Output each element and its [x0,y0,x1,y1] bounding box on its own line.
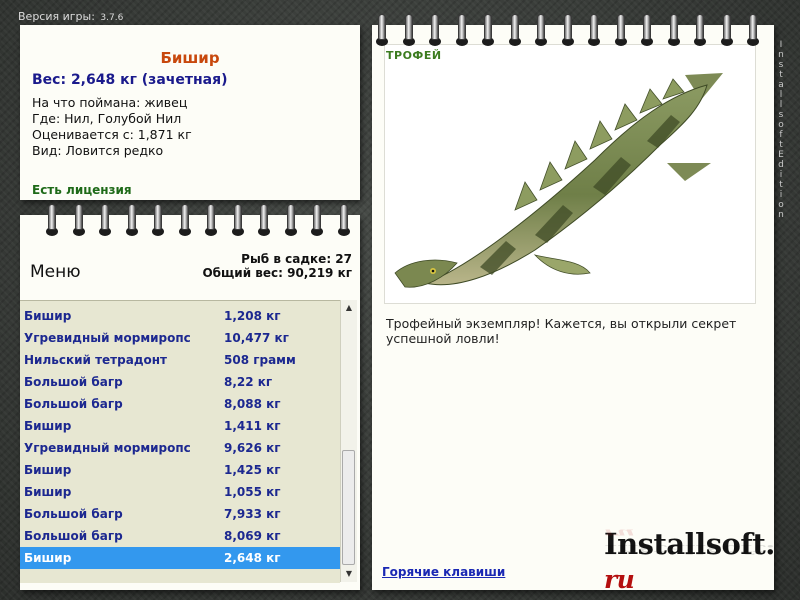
binder-ring-icon [231,204,245,236]
scroll-thumb[interactable] [342,450,355,565]
fish-species: Бишир [24,309,72,323]
license-status: Есть лицензия [32,183,132,197]
fish-species: Большой багр [24,397,123,411]
binder-ring-icon [204,204,218,236]
binder-ring-icon [257,204,271,236]
version-label: Версия игры: 3.7.6 [18,10,123,23]
fish-weight-cell: 8,22 кг [224,375,273,389]
fish-species: Бишир [24,485,72,499]
binder-ring-icon [98,204,112,236]
fish-species: Большой багр [24,529,123,543]
fish-weight-cell: 1,411 кг [224,419,281,433]
trophy-panel: ТРОФЕЙ Трофейный экземпляр! Кажется, вы … [372,25,775,594]
binder-ring-icon [402,14,416,46]
binder-ring-icon [746,14,760,46]
logo-reflection: Installsoft. ru [604,526,775,557]
bait-line: На что поймана: живец [32,95,188,110]
list-item[interactable]: Большой багр 8,069 кг [20,525,340,547]
binder-rings-menu [45,204,350,238]
fish-species: Бишир [24,463,72,477]
fish-count: Рыб в садке: 27 [241,252,352,266]
list-item[interactable]: Большой багр 8,22 кг [20,371,340,393]
scroll-down-icon[interactable]: ▼ [341,566,357,582]
fish-species: Большой багр [24,375,123,389]
fish-species: Угревидный мормиропс [24,331,191,345]
binder-ring-icon [72,204,86,236]
menu-title: Меню [30,262,81,282]
binder-ring-icon [587,14,601,46]
binder-ring-icon [561,14,575,46]
place-line: Где: Нил, Голубой Нил [32,111,182,126]
fish-weight-cell: 9,626 кг [224,441,281,455]
fish-weight-cell: 10,477 кг [224,331,289,345]
binder-rings-top [375,14,770,48]
binder-ring-icon [428,14,442,46]
fish-species: Бишир [24,551,72,565]
binder-ring-icon [614,14,628,46]
fish-image [384,44,756,304]
list-item[interactable]: Угревидный мормиропс 9,626 кг [20,437,340,459]
version-number: 3.7.6 [100,13,124,23]
catch-card: Бишир Вес: 2,648 кг (зачетная) На что по… [20,25,360,200]
list-scrollbar[interactable]: ▲ ▼ [340,300,357,582]
binder-ring-icon [693,14,707,46]
list-item[interactable]: Бишир 2,648 кг [20,547,340,569]
binder-ring-icon [640,14,654,46]
trophy-text: Трофейный экземпляр! Кажется, вы открыли… [386,316,737,346]
fish-weight-cell: 8,088 кг [224,397,281,411]
binder-ring-icon [151,204,165,236]
fish-species: Угревидный мормиропс [24,441,191,455]
scroll-up-icon[interactable]: ▲ [341,300,357,316]
list-item[interactable]: Большой багр 7,933 кг [20,503,340,525]
binder-ring-icon [310,204,324,236]
binder-ring-icon [534,14,548,46]
binder-ring-icon [284,204,298,236]
list-item[interactable]: Бишир 1,425 кг [20,459,340,481]
list-item[interactable]: Угревидный мормиропс 10,477 кг [20,327,340,349]
binder-ring-icon [125,204,139,236]
trophy-label: ТРОФЕЙ [386,49,442,62]
type-line: Вид: Ловится редко [32,143,164,158]
fish-weight-cell: 508 грамм [224,353,296,367]
binder-ring-icon [375,14,389,46]
binder-ring-icon [178,204,192,236]
binder-ring-icon [337,204,351,236]
list-item[interactable]: Нильский тетрадонт 508 грамм [20,349,340,371]
list-item[interactable]: Большой багр 8,088 кг [20,393,340,415]
binder-ring-icon [508,14,522,46]
version-text: Версия игры: [18,10,95,23]
fish-weight-cell: 1,425 кг [224,463,281,477]
catch-list[interactable]: Бишир 1,208 кг Угревидный мормиропс 10,477 … [20,300,340,583]
hotkeys-link[interactable]: Горячие клавиши [382,565,505,579]
binder-ring-icon [667,14,681,46]
fish-weight-cell: 7,933 кг [224,507,281,521]
menu-panel: Меню Рыб в садке: 27 Общий вес: 90,219 к… [20,215,360,590]
list-item[interactable]: Бишир 1,411 кг [20,415,340,437]
fish-weight-cell: 1,208 кг [224,309,281,323]
binder-ring-icon [481,14,495,46]
fish-weight-cell: 8,069 кг [224,529,281,543]
fish-species: Нильский тетрадонт [24,353,167,367]
fish-weight: Вес: 2,648 кг (зачетная) [32,72,228,88]
binder-ring-icon [455,14,469,46]
list-item[interactable]: Бишир 1,055 кг [20,481,340,503]
fish-species: Большой багр [24,507,123,521]
catch-stats: Рыб в садке: 27 Общий вес: 90,219 кг [202,252,352,280]
fish-weight-cell: 1,055 кг [224,485,281,499]
fish-weight-cell: 2,648 кг [224,551,281,565]
binder-ring-icon [45,204,59,236]
side-watermark: InstallsoftEdition [778,40,784,220]
fish-illustration-icon [394,73,723,288]
value-line: Оценивается с: 1,871 кг [32,127,192,142]
list-item[interactable]: Бишир 1,208 кг [20,305,340,327]
fish-species: Бишир [24,419,72,433]
fish-name: Бишир [160,49,220,67]
binder-ring-icon [720,14,734,46]
total-weight: Общий вес: 90,219 кг [202,266,352,280]
